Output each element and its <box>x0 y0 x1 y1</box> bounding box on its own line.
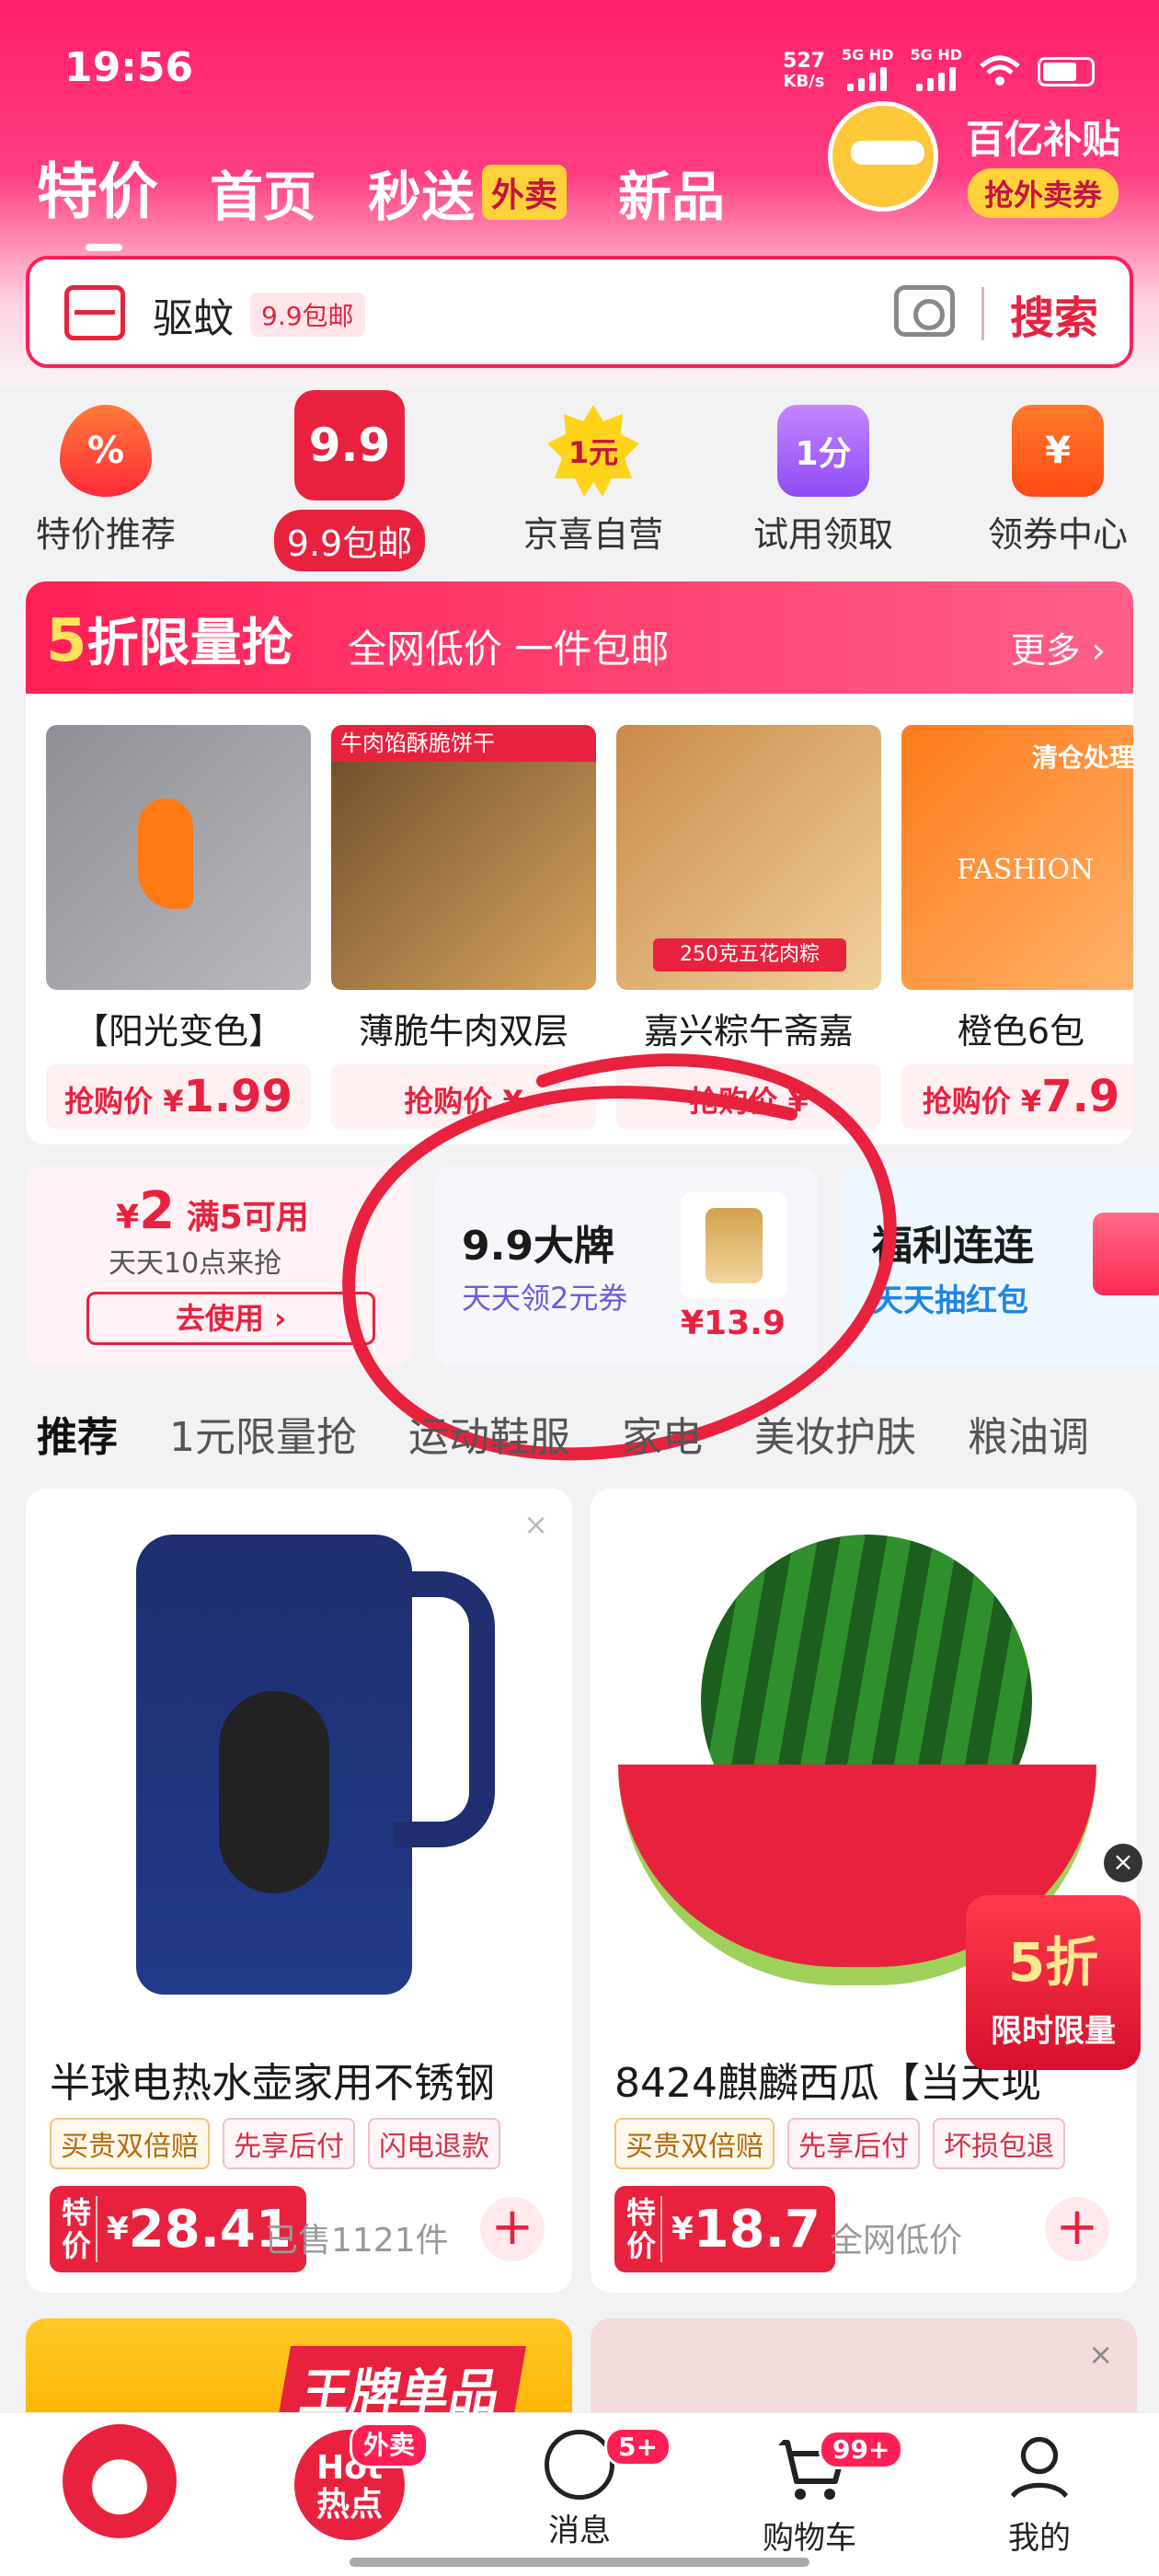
signal-icon: 5G HD <box>842 46 893 97</box>
tag: 买贵双倍赔 <box>50 2118 210 2169</box>
tag: 买贵双倍赔 <box>614 2118 775 2169</box>
search-divider <box>981 287 984 340</box>
feed-tab-appliance[interactable]: 家电 <box>622 1404 703 1463</box>
takeout-tag: 外卖 <box>482 165 568 220</box>
product-tags: 买贵双倍赔 先享后付 坏损包退 <box>614 2118 1065 2169</box>
one-yuan-badge-icon: 1元 <box>547 405 639 497</box>
tab-home-mascot[interactable] <box>28 2424 212 2538</box>
feed-tab-grain-oil[interactable]: 粮油调 <box>968 1404 1089 1463</box>
product-title: 半球电热水壶家用不锈钢 <box>50 2060 495 2107</box>
status-icons: 527 KB/s 5G HD 5G HD <box>783 46 1095 97</box>
product-image[interactable] <box>46 725 311 990</box>
search-keyword-tag: 9.9包邮 <box>250 293 365 337</box>
subsidy-title: 百亿补贴 <box>966 117 1121 162</box>
product-price: 抢购价 ¥7.9 <box>901 1064 1133 1129</box>
flash-sale-title: 5折限量抢 <box>46 607 293 675</box>
tag: 先享后付 <box>787 2118 920 2169</box>
fire-percent-icon: % <box>60 405 152 497</box>
close-icon[interactable]: × <box>1088 2337 1113 2372</box>
battery-icon <box>1038 56 1095 86</box>
feed-tab-recommend[interactable]: 推荐 <box>37 1404 118 1463</box>
add-to-cart-button[interactable]: + <box>1045 2197 1109 2261</box>
add-to-cart-button[interactable]: + <box>480 2197 545 2261</box>
kettle-display <box>219 1691 329 1893</box>
product-card[interactable]: 8424麒麟西瓜【当天现 买贵双倍赔 先享后付 坏损包退 特价 ¥18.7 全网… <box>591 1489 1137 2293</box>
tag: 坏损包退 <box>933 2118 1065 2169</box>
network-speed: 527 KB/s <box>783 49 825 91</box>
search-button[interactable]: 搜索 <box>1010 282 1098 346</box>
tab-messages[interactable]: 5+ 消息 <box>488 2427 671 2550</box>
tab-cart[interactable]: 99+ 购物车 <box>717 2430 904 2558</box>
subsidy-button[interactable]: 抢外卖券 <box>968 168 1119 218</box>
message-badge: 5+ <box>604 2427 671 2467</box>
category-row: % 特价推荐 9.9 9.9包邮 1元 京喜自营 1分 试用领取 ¥ 领券中心 <box>0 386 1159 571</box>
kettle-handle <box>394 1571 495 1847</box>
feed-tabs: 推荐 1元限量抢 运动鞋服 家电 美妆护肤 粮油调 <box>37 1404 1089 1463</box>
message-icon: 5+ <box>545 2427 671 2500</box>
camera-icon[interactable] <box>894 285 955 337</box>
search-bar[interactable]: 驱蚊 9.9包邮 搜索 <box>26 256 1133 368</box>
category-jingxi-selfrun[interactable]: 1元 京喜自营 <box>483 405 704 557</box>
feed-tab-beauty[interactable]: 美妆护肤 <box>754 1404 916 1463</box>
product-tags: 买贵双倍赔 先享后付 闪电退款 <box>50 2118 500 2169</box>
takeout-badge: 外卖 <box>350 2422 430 2468</box>
tag: 先享后付 <box>223 2118 355 2169</box>
tab-hot[interactable]: Hot 热点 外卖 <box>258 2422 442 2540</box>
tab-special-price[interactable]: 特价 <box>37 143 158 251</box>
subsidy-banner[interactable]: 百亿补贴 抢外卖券 <box>966 109 1120 218</box>
home-indicator <box>350 2558 809 2567</box>
hot-icon: Hot 热点 外卖 <box>294 2422 430 2540</box>
product-card[interactable]: × 半球电热水壶家用不锈钢 买贵双倍赔 先享后付 闪电退款 特价 ¥28.41 … <box>26 1489 572 2293</box>
coupon-amount: ¥2 满5可用 <box>116 1181 309 1241</box>
gift-9-9-icon: 9.9 <box>294 390 405 500</box>
status-bar: 19:56 527 KB/s 5G HD 5G HD <box>0 37 1159 103</box>
cart-badge: 99+ <box>819 2430 904 2469</box>
search-keyword[interactable]: 驱蚊 <box>153 285 234 344</box>
toy-shape <box>138 799 193 909</box>
price-box: 特价 ¥18.7 <box>614 2186 835 2272</box>
coupon-desc: 天天10点来抢 <box>109 1248 282 1280</box>
flash-discount-badge[interactable]: 5折 限时限量 <box>966 1895 1141 2070</box>
tab-home[interactable]: 首页 <box>210 154 316 231</box>
tab-profile[interactable]: 我的 <box>947 2430 1131 2558</box>
product-price: 抢购价 ¥1.99 <box>46 1064 311 1129</box>
close-badge-icon[interactable]: × <box>1104 1844 1142 1882</box>
flash-sale-subtitle: 全网低价 一件包邮 <box>348 627 670 672</box>
flash-sale-header[interactable]: 5折限量抢 全网低价 一件包邮 更多 › <box>26 581 1133 694</box>
low-price-text: 全网低价 <box>830 2222 963 2260</box>
coupon-icon: ¥ <box>1012 405 1104 497</box>
category-9-9-free-shipping[interactable]: 9.9 9.9包邮 <box>239 390 460 571</box>
shopping-bag-icon: 1分 <box>777 405 869 497</box>
bottom-tab-bar: Hot 热点 外卖 5+ 消息 99+ 购物车 我的 <box>0 2412 1159 2576</box>
category-trial[interactable]: 1分 试用领取 <box>713 405 934 557</box>
product-name: 【阳光变色】 <box>73 1011 283 1052</box>
flash-sale-more-link[interactable]: 更多 › <box>1011 622 1106 673</box>
home-mascot-icon <box>63 2424 177 2538</box>
tab-new[interactable]: 新品 <box>618 154 725 231</box>
wifi-icon <box>980 55 1020 86</box>
product-image[interactable] <box>26 1489 572 2031</box>
mascot-icon[interactable] <box>828 101 938 212</box>
signal-icon-2: 5G HD <box>910 46 962 97</box>
flash-product[interactable]: 【阳光变色】 抢购价 ¥1.99 <box>46 725 311 1129</box>
red-envelope-icon <box>1093 1213 1159 1295</box>
top-nav: 特价 首页 秒送 外卖 新品 <box>37 143 725 251</box>
status-time: 19:56 <box>64 44 194 91</box>
category-coupon-center[interactable]: ¥ 领券中心 <box>947 405 1159 557</box>
tab-fast-delivery[interactable]: 秒送 外卖 <box>368 154 568 231</box>
product-image[interactable]: 牛肉馅酥脆饼干 <box>331 725 596 990</box>
user-icon <box>1007 2436 1072 2503</box>
feed-tab-one-yuan[interactable]: 1元限量抢 <box>169 1404 357 1463</box>
product-image[interactable]: 250克五花肉粽 <box>616 725 881 990</box>
tag: 闪电退款 <box>368 2118 500 2169</box>
product-image[interactable]: 清仓处理 FASHION <box>901 725 1133 990</box>
close-icon[interactable]: × <box>523 1507 548 1542</box>
product-name: 橙色6包 <box>957 1011 1085 1052</box>
feed-tab-sports[interactable]: 运动鞋服 <box>408 1404 570 1463</box>
sold-count: 已售1121件 <box>265 2222 449 2260</box>
category-special-recommend[interactable]: % 特价推荐 <box>0 405 216 557</box>
flash-product[interactable]: 清仓处理 FASHION 橙色6包 抢购价 ¥7.9 <box>901 725 1133 1129</box>
scan-icon[interactable] <box>64 285 125 340</box>
